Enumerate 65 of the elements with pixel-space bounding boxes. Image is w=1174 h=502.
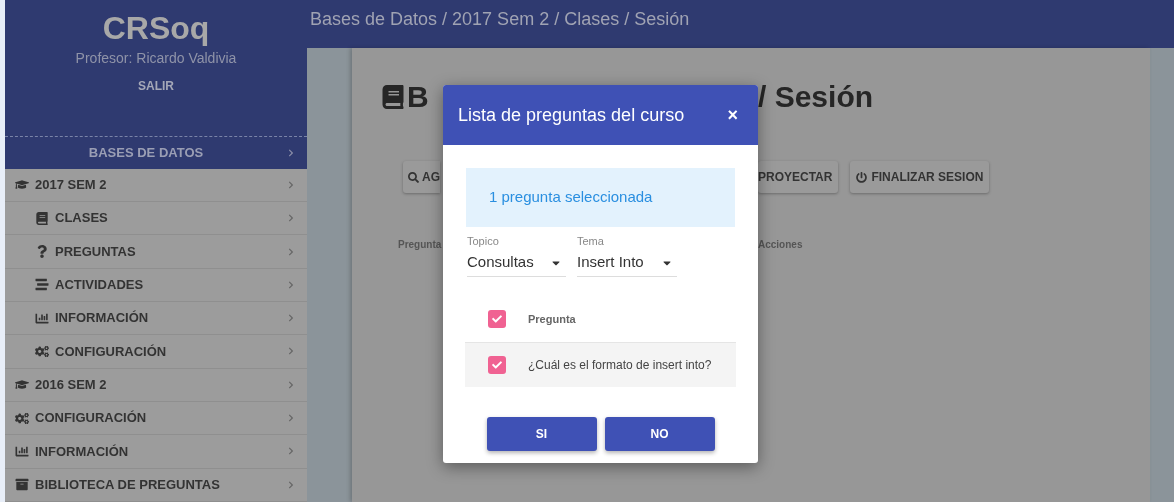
column-header: Pregunta [528, 311, 576, 327]
question-mark-icon [35, 245, 49, 258]
chevron-icon [287, 247, 295, 256]
chevron-icon [287, 380, 295, 389]
finish-session-button[interactable]: FINALIZAR SESION [850, 161, 990, 193]
brand-title: CRSoq [102, 9, 210, 48]
close-button[interactable]: × [727, 101, 738, 129]
sidebar-item-label: 2016 SEM 2 [35, 376, 108, 395]
page-title: / Sesión [758, 79, 875, 115]
select-value: Consultas [467, 252, 535, 273]
chevron-icon [287, 414, 295, 423]
book-icon [381, 84, 405, 109]
checkbox[interactable] [488, 355, 506, 374]
gears-icon [35, 345, 49, 358]
sidebar-item-label: INFORMACIÓN [55, 309, 150, 328]
question-row[interactable]: ¿Cuál es el formato de insert into? [465, 342, 736, 387]
chevron-icon [287, 314, 295, 323]
chevron-icon [287, 180, 295, 189]
select-label: Topico [467, 234, 500, 249]
chevron-icon [287, 347, 295, 356]
sidebar-item-label: 2017 SEM 2 [35, 176, 108, 195]
breadcrumb: Bases de Datos / 2017 Sem 2 / Clases / Sesión [310, 9, 690, 29]
project-button[interactable]: PROYECTAR [758, 161, 839, 193]
sidebar-item-label: PREGUNTAS [55, 242, 137, 261]
list-icon [35, 278, 49, 292]
chevron-icon [287, 280, 295, 289]
page-title: B [407, 79, 429, 115]
info-text: 1 pregunta seleccionada [489, 187, 653, 208]
sidebar-item-label: CONFIGURACIÓN [35, 409, 148, 428]
course-header[interactable]: BASES DE DATOS [5, 137, 307, 169]
column-header: Acciones [758, 238, 804, 252]
gears-icon [15, 411, 29, 425]
sidebar-item-label: CONFIGURACIÓN [55, 342, 168, 361]
column-header: Pregunta [397, 238, 443, 252]
sidebar-item-label: INFORMACIÓN [35, 442, 130, 461]
course-name: BASES DE DATOS [87, 144, 205, 163]
chevron-icon [287, 480, 295, 489]
yes-button[interactable]: SI [486, 416, 597, 451]
chevron-icon [287, 447, 295, 456]
archive-icon [15, 478, 29, 492]
dialog-title: Lista de preguntas del curso [458, 103, 686, 127]
sidebar-item-label: BIBLIOTECA DE PREGUNTAS [35, 476, 221, 495]
graduation-cap-icon [15, 178, 29, 192]
book-icon [35, 211, 49, 225]
checkbox[interactable] [488, 310, 506, 328]
power-icon [856, 171, 868, 183]
question-text: ¿Cuál es el formato de insert into? [528, 356, 712, 374]
bar-chart-icon [35, 311, 49, 325]
select-value: Insert Into [577, 252, 645, 273]
select-field[interactable]: Topico Consultas [467, 233, 566, 277]
check-icon [492, 359, 502, 370]
bar-chart-icon [15, 444, 29, 458]
no-button[interactable]: NO [604, 416, 715, 451]
graduation-cap-icon [15, 378, 29, 392]
chevron-icon [287, 149, 295, 157]
chevron-icon [287, 214, 295, 223]
professor-name: Profesor: Ricardo Valdivia [75, 49, 237, 68]
select-label: Tema [577, 234, 605, 249]
search-button[interactable]: AG [403, 161, 440, 193]
sidebar-item-label: CLASES [55, 209, 109, 228]
search-icon [408, 171, 419, 183]
sidebar-item-label: ACTIVIDADES [55, 276, 145, 295]
logout-link[interactable]: SALIR [138, 77, 174, 95]
select-field[interactable]: Tema Insert Into [577, 233, 677, 277]
check-icon [492, 314, 502, 324]
